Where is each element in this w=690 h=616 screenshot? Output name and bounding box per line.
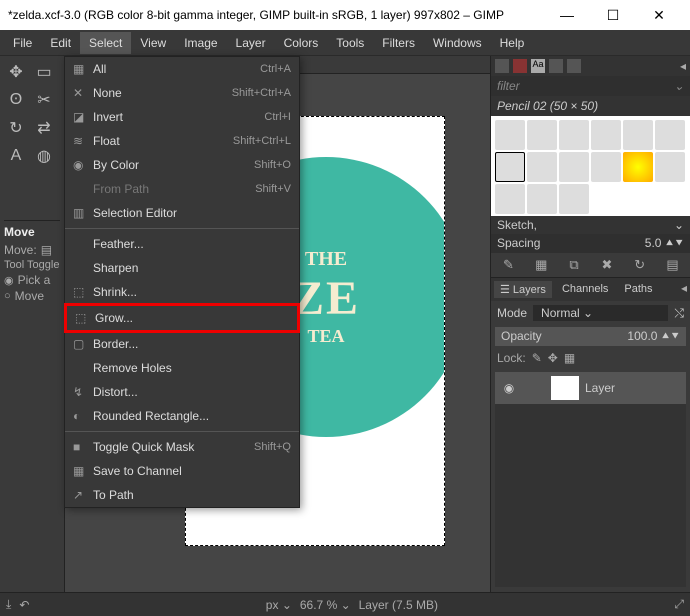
menubar: FileEditSelectViewImageLayerColorsToolsF…	[0, 30, 690, 56]
duplicate-icon[interactable]: ⧉	[566, 257, 582, 273]
window-titlebar: *zelda.xcf-3.0 (RGB color 8-bit gamma in…	[0, 0, 690, 30]
tab-channels[interactable]: Channels	[556, 281, 614, 298]
menu-item-by-color[interactable]: ◉By ColorShift+O	[65, 153, 299, 177]
right-panel: Aa ◂ filter⌄ Pencil 02 (50 × 50) Sketch,…	[490, 56, 690, 616]
bucket-tool-icon[interactable]: ◍	[30, 142, 58, 170]
left-panel: ✥ ▭ ʘ ✂ ↻ ⇄ A ◍ Move Move: ▤ Tool Toggle…	[0, 56, 65, 616]
dock-tab-icon[interactable]	[495, 59, 509, 73]
revert-icon[interactable]: ↶	[19, 598, 29, 612]
layer-thumbnail	[551, 376, 579, 400]
minimize-button[interactable]: —	[544, 0, 590, 30]
dock-tab-icon[interactable]	[567, 59, 581, 73]
flip-tool-icon[interactable]: ⇄	[30, 114, 58, 142]
refresh-icon[interactable]: ↻	[632, 257, 648, 273]
tab-layers[interactable]: ☰ Layers	[494, 281, 552, 298]
layer-name[interactable]: Layer	[585, 381, 615, 395]
dock-tabs: Aa ◂	[491, 56, 690, 76]
lasso-tool-icon[interactable]: ʘ	[2, 86, 30, 114]
menu-item-toggle-quick-mask[interactable]: ■Toggle Quick MaskShift+Q	[65, 435, 299, 459]
brush-filter[interactable]: filter⌄	[491, 76, 690, 96]
menu-item-all[interactable]: ▦AllCtrl+A	[65, 57, 299, 81]
menu-file[interactable]: File	[4, 32, 41, 54]
move-tool-icon[interactable]: ✥	[2, 58, 30, 86]
close-button[interactable]: ✕	[636, 0, 682, 30]
move-mode-row: Move: ▤	[4, 243, 60, 257]
mode-row: Mode Normal ⌄ ⤭	[491, 301, 690, 325]
brush-name: Pencil 02 (50 × 50)	[491, 96, 690, 116]
menu-view[interactable]: View	[131, 32, 175, 54]
lock-alpha-icon[interactable]: ▦	[564, 351, 575, 365]
zoom-select[interactable]: 66.7 % ⌄	[300, 598, 351, 612]
dock-tab-icon[interactable]	[513, 59, 527, 73]
brush-actions: ✎ ▦ ⧉ ✖ ↻ ▤	[491, 253, 690, 278]
tab-paths[interactable]: Paths	[618, 281, 658, 298]
dock-menu-icon[interactable]: ◂	[680, 59, 686, 73]
lock-move-icon[interactable]: ✥	[548, 351, 558, 365]
edit-icon[interactable]: ✎	[500, 257, 516, 273]
menu-item-sharpen[interactable]: Sharpen	[65, 256, 299, 280]
text-tool-icon[interactable]: A	[2, 142, 30, 170]
menu-help[interactable]: Help	[491, 32, 534, 54]
menu-item-grow[interactable]: ⬚Grow...	[64, 303, 300, 333]
tab-menu-icon[interactable]: ◂	[681, 281, 687, 298]
lock-paint-icon[interactable]: ✎	[532, 351, 542, 365]
menu-layer[interactable]: Layer	[227, 32, 275, 54]
mode-select[interactable]: Normal ⌄	[533, 305, 668, 321]
dock-tab-icon[interactable]	[549, 59, 563, 73]
layer-list: ◉ Layer	[495, 372, 686, 587]
menu-item-from-path: From PathShift+V	[65, 177, 299, 201]
lock-row: Lock: ✎ ✥ ▦	[491, 348, 690, 368]
rotate-tool-icon[interactable]: ↻	[2, 114, 30, 142]
layer-tabs: ☰ LayersChannelsPaths ◂	[491, 278, 690, 301]
menu-item-to-path[interactable]: ↗To Path	[65, 483, 299, 507]
menu-item-save-to-channel[interactable]: ▦Save to Channel	[65, 459, 299, 483]
brush-category[interactable]: Sketch,⌄	[491, 216, 690, 234]
maximize-button[interactable]: ☐	[590, 0, 636, 30]
menu-item-distort[interactable]: ↯Distort...	[65, 380, 299, 404]
menu-windows[interactable]: Windows	[424, 32, 491, 54]
nav-icon[interactable]: ⤢	[674, 597, 684, 612]
menu-colors[interactable]: Colors	[275, 32, 328, 54]
menu-tools[interactable]: Tools	[327, 32, 373, 54]
menu-image[interactable]: Image	[175, 32, 226, 54]
tool-options-header: Move	[4, 225, 60, 239]
tool-options: Move Move: ▤ Tool Toggle ◉ Pick a ○ Move	[0, 216, 64, 309]
dock-tab-icon[interactable]: Aa	[531, 59, 545, 73]
layer-row[interactable]: ◉ Layer	[495, 372, 686, 404]
menu-icon[interactable]: ▤	[665, 257, 681, 273]
menu-item-none[interactable]: ✕NoneShift+Ctrl+A	[65, 81, 299, 105]
menu-item-remove-holes[interactable]: Remove Holes	[65, 356, 299, 380]
menu-item-rounded-rectangle[interactable]: ◐Rounded Rectangle...	[65, 404, 299, 428]
unit-select[interactable]: px ⌄	[266, 598, 292, 612]
mode-switch-icon[interactable]: ⤭	[674, 306, 684, 321]
menu-item-float[interactable]: ≋FloatShift+Ctrl+L	[65, 129, 299, 153]
opt-pick[interactable]: ◉ Pick a	[4, 273, 60, 287]
menu-select[interactable]: Select	[80, 32, 131, 54]
new-icon[interactable]: ▦	[533, 257, 549, 273]
toolbox: ✥ ▭ ʘ ✂ ↻ ⇄ A ◍	[0, 56, 64, 172]
menu-item-feather[interactable]: Feather...	[65, 232, 299, 256]
brush-grid[interactable]	[491, 116, 690, 216]
tool-toggle-label: Tool Toggle	[4, 259, 60, 271]
menu-edit[interactable]: Edit	[41, 32, 80, 54]
menu-item-border[interactable]: ▢Border...	[65, 332, 299, 356]
crop-tool-icon[interactable]: ✂	[30, 86, 58, 114]
spacing-row[interactable]: Spacing 5.0 ⯅⯆	[491, 234, 690, 253]
menu-filters[interactable]: Filters	[373, 32, 424, 54]
menu-item-invert[interactable]: ◪InvertCtrl+I	[65, 105, 299, 129]
opt-move[interactable]: ○ Move	[4, 289, 60, 303]
menu-item-selection-editor[interactable]: ▥Selection Editor	[65, 201, 299, 225]
delete-icon[interactable]: ✖	[599, 257, 615, 273]
layer-icon[interactable]: ▤	[41, 243, 52, 257]
visibility-icon[interactable]: ◉	[499, 381, 519, 395]
save-icon[interactable]: ⤓	[6, 597, 11, 612]
statusbar: ⤓ ↶ px ⌄ 66.7 % ⌄ Layer (7.5 MB) ⤢	[0, 592, 690, 616]
status-info: Layer (7.5 MB)	[359, 598, 438, 612]
opacity-row[interactable]: Opacity 100.0 ⯅⯆	[495, 327, 686, 346]
window-title: *zelda.xcf-3.0 (RGB color 8-bit gamma in…	[8, 8, 544, 22]
menu-item-shrink[interactable]: ⬚Shrink...	[65, 280, 299, 304]
rect-select-icon[interactable]: ▭	[30, 58, 58, 86]
select-menu-dropdown: ▦AllCtrl+A✕NoneShift+Ctrl+A◪InvertCtrl+I…	[64, 56, 300, 508]
